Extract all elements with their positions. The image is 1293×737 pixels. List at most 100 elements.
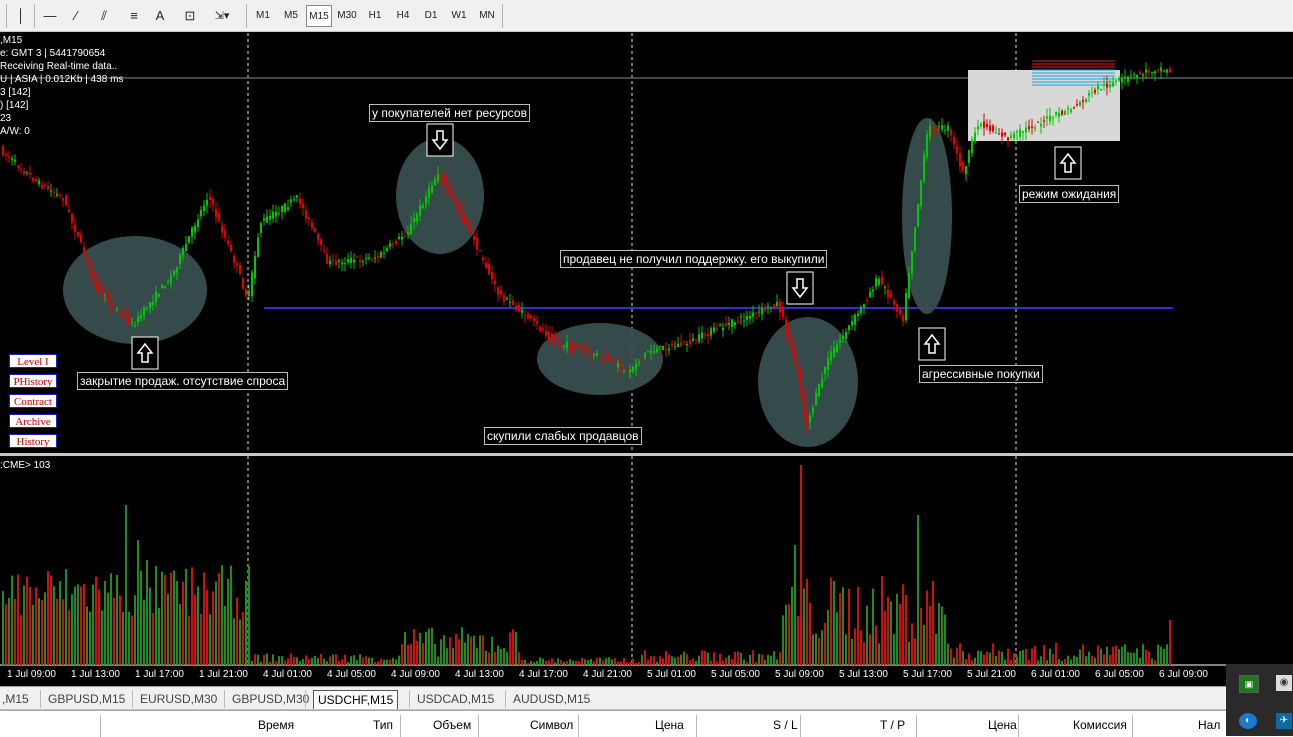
candle-body — [434, 179, 436, 186]
price-chart[interactable] — [0, 33, 1293, 453]
candle-body — [683, 340, 685, 342]
volume-bar — [998, 650, 1000, 665]
trendline-tool-icon[interactable]: ⁄ — [66, 5, 86, 27]
annotation-seller-no-support[interactable]: продавец не получил поддержку. его выкуп… — [560, 250, 828, 268]
candle-body — [980, 123, 982, 126]
horizontal-line-tool-icon[interactable]: — — [40, 5, 60, 27]
text-tool-icon[interactable]: A — [152, 5, 168, 27]
volume-bar — [293, 657, 295, 665]
terminal-column-header[interactable]: Объем — [433, 718, 471, 732]
volume-bar — [248, 565, 250, 665]
terminal-column-header[interactable]: Нал — [1198, 718, 1220, 732]
toolbar-separator — [246, 4, 247, 28]
phistory-button[interactable]: PHistory — [9, 374, 57, 388]
volume-bar — [1007, 648, 1009, 665]
contract-button[interactable]: Contract — [9, 394, 57, 408]
volume-bar — [773, 651, 775, 665]
symbol-tab[interactable]: USDCAD,M15 — [417, 690, 494, 708]
symbol-tab[interactable]: USDCHF,M15 — [313, 690, 399, 709]
volume-bar — [296, 657, 298, 665]
volume-bar — [209, 614, 211, 665]
timeframe-w1-button[interactable]: W1 — [446, 5, 472, 27]
volume-bar — [737, 651, 739, 665]
symbol-tab[interactable]: EURUSD,M30 — [140, 690, 217, 708]
timeframe-m15-button[interactable]: M15 — [306, 5, 332, 27]
history-button[interactable]: History — [9, 434, 57, 448]
annotation-close-sales[interactable]: закрытие продаж. отсутствие спроса — [77, 372, 289, 390]
volume-bar — [1148, 651, 1150, 665]
candle-body — [314, 228, 316, 233]
terminal-column-header[interactable]: Цена — [988, 718, 1017, 732]
annotation-aggressive-buying[interactable]: агрессивные покупки — [919, 365, 1043, 383]
candle-body — [857, 313, 859, 316]
timeframe-h4-button[interactable]: H4 — [390, 5, 416, 27]
candle-body — [158, 293, 160, 297]
volume-bar — [1052, 653, 1054, 665]
annotation-waiting-mode[interactable]: режим ожидания — [1019, 185, 1120, 203]
tab-separator — [40, 690, 41, 708]
terminal-column-header[interactable]: Символ — [530, 718, 573, 732]
candle-body — [902, 315, 904, 322]
volume-bar — [1064, 659, 1066, 665]
tray-app-icon[interactable]: ◉ — [1276, 675, 1292, 691]
time-axis-label: 5 Jul 21:00 — [967, 669, 1016, 680]
level-one-button[interactable]: Level I — [9, 354, 57, 368]
channel-tool-icon[interactable]: ⫽ — [94, 5, 114, 27]
terminal-column-header[interactable]: Время — [258, 718, 294, 732]
volume-bar — [263, 655, 265, 665]
symbol-tab[interactable]: GBPUSD,M30 — [232, 690, 309, 708]
candle-body — [491, 272, 493, 280]
volume-chart[interactable] — [0, 456, 1293, 666]
timeframe-m1-button[interactable]: M1 — [250, 5, 276, 27]
volume-bar — [461, 627, 463, 665]
symbol-tab[interactable]: ,M15 — [2, 690, 29, 708]
terminal-column-header[interactable]: T / P — [880, 718, 905, 732]
volume-bar — [74, 586, 76, 665]
terminal-column-header[interactable]: Комиссия — [1073, 718, 1127, 732]
volume-bar — [869, 634, 871, 665]
volume-bar — [152, 612, 154, 665]
candle-body — [419, 205, 421, 216]
timeframe-mn-button[interactable]: MN — [474, 5, 500, 27]
candle-body — [1055, 111, 1057, 115]
label-tool-icon[interactable]: ⊡ — [180, 5, 200, 27]
terminal-column-header[interactable]: S / L — [773, 718, 798, 732]
tab-separator — [305, 690, 306, 708]
annotation-bought-weak[interactable]: скупили слабых продавцов — [484, 427, 642, 445]
volume-bar — [380, 658, 382, 665]
volume-bar — [587, 659, 589, 665]
candle-body — [797, 365, 799, 376]
archive-button[interactable]: Archive — [9, 414, 57, 428]
tray-telegram-icon[interactable]: ✈ — [1276, 713, 1292, 729]
volume-bar — [617, 661, 619, 665]
toolbar-separator — [34, 4, 35, 28]
time-axis-label: 6 Jul 09:00 — [1159, 669, 1208, 680]
timeframe-m30-button[interactable]: M30 — [334, 5, 360, 27]
candle-body — [248, 291, 250, 296]
candle-body — [236, 263, 238, 266]
candle-body — [164, 286, 166, 289]
volume-bar — [719, 653, 721, 665]
annotation-no-resources[interactable]: у покупателей нет ресурсов — [369, 104, 530, 122]
symbol-tab[interactable]: GBPUSD,M15 — [48, 690, 125, 708]
tray-network-icon[interactable]: ◐ — [1239, 713, 1257, 729]
candle-body — [20, 168, 22, 170]
fibonacci-tool-icon[interactable]: ≡ — [124, 5, 144, 27]
volume-bar — [812, 634, 814, 665]
terminal-column-header[interactable]: Тип — [373, 718, 393, 732]
timeframe-d1-button[interactable]: D1 — [418, 5, 444, 27]
nvidia-icon[interactable]: ▣ — [1239, 675, 1259, 693]
timeframe-h1-button[interactable]: H1 — [362, 5, 388, 27]
arrows-tool-icon[interactable]: ⇲▾ — [208, 5, 236, 27]
timeframe-m5-button[interactable]: M5 — [278, 5, 304, 27]
volume-bar — [65, 569, 67, 665]
vertical-line-tool-icon[interactable]: │ — [14, 5, 28, 27]
candle-body — [458, 205, 460, 213]
candle-body — [782, 308, 784, 318]
terminal-column-header[interactable]: Цена — [655, 718, 684, 732]
candle-body — [1031, 126, 1033, 128]
volume-bar — [119, 595, 121, 665]
symbol-tab[interactable]: AUDUSD,M15 — [513, 690, 590, 708]
volume-bar — [809, 602, 811, 665]
candle-body — [80, 234, 82, 243]
